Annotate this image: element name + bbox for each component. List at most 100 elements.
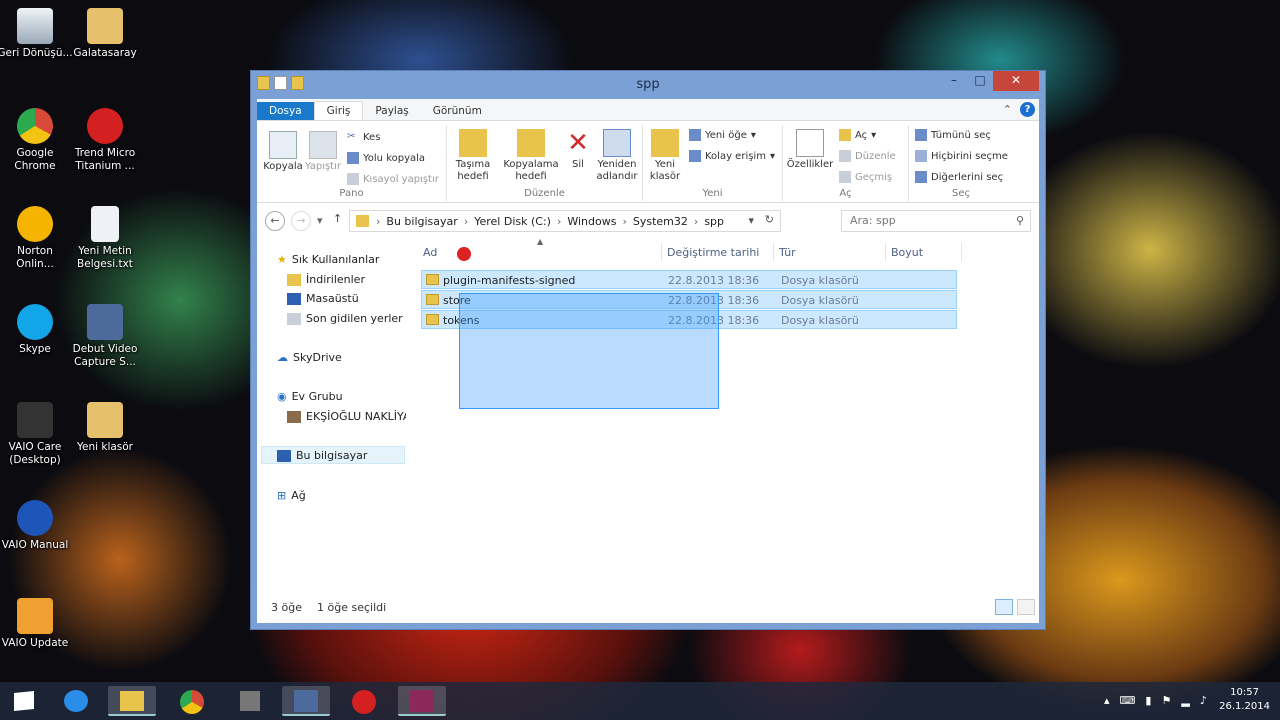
ribbon-tabs: Dosya Giriş Paylaş Görünüm ⌃? <box>257 99 1039 121</box>
tab-view[interactable]: Görünüm <box>421 102 494 120</box>
title-bar[interactable]: spp – □ ✕ <box>251 71 1045 99</box>
tab-file[interactable]: Dosya <box>257 102 314 120</box>
breadcrumb-spp[interactable]: spp <box>704 215 724 228</box>
maximize-button[interactable]: □ <box>967 71 993 91</box>
back-button[interactable]: ← <box>265 211 285 231</box>
history-button[interactable]: Geçmiş <box>839 171 892 183</box>
desktop-icon-vaio-manual[interactable]: VAIO Manual <box>0 500 73 552</box>
recent-locations-icon[interactable]: ▾ <box>317 214 323 227</box>
winrar-icon[interactable] <box>398 686 446 716</box>
rename-button[interactable]: Yeniden adlandır <box>595 129 639 183</box>
new-item-icon <box>689 129 701 141</box>
desktop-icon-text-file[interactable]: Yeni Metin Belgesi.txt <box>67 206 143 271</box>
nav-network[interactable]: ⊞ Ağ <box>277 489 306 502</box>
nav-this-pc[interactable]: Bu bilgisayar <box>277 449 367 462</box>
desktop-icon-chrome[interactable]: Google Chrome <box>0 108 73 173</box>
downloads-icon <box>287 273 301 286</box>
copy-button[interactable]: Kopyala <box>263 131 303 173</box>
desktop-icon-galatasaray[interactable]: Galatasaray <box>67 8 143 60</box>
tab-home[interactable]: Giriş <box>313 101 364 120</box>
clock[interactable]: 10:57 26.1.2014 <box>1219 686 1270 714</box>
help-button[interactable]: ? <box>1020 102 1035 117</box>
column-header-type[interactable]: Tür <box>779 246 796 259</box>
new-folder-button[interactable]: Yeni klasör <box>647 129 683 183</box>
breadcrumb-local-disk[interactable]: Yerel Disk (C:) <box>474 215 551 228</box>
nav-desktop[interactable]: Masaüstü <box>287 292 359 305</box>
details-view-icon[interactable] <box>995 599 1013 615</box>
column-header-name[interactable]: Ad <box>423 246 437 259</box>
film-icon <box>87 304 123 340</box>
paste-shortcut-button[interactable]: Kısayol yapıştır <box>347 173 439 185</box>
breadcrumb-system32[interactable]: System32 <box>633 215 688 228</box>
copy-path-button[interactable]: Yolu kopyala <box>347 152 425 164</box>
nav-homegroup-user[interactable]: EKŞİOĞLU NAKLİYAT <box>287 410 406 423</box>
properties-button[interactable]: Özellikler <box>785 129 835 171</box>
move-to-button[interactable]: Taşıma hedefi <box>451 129 495 183</box>
large-icons-view-icon[interactable] <box>1017 599 1035 615</box>
desktop-icon-new-folder[interactable]: Yeni klasör <box>67 402 143 454</box>
nav-recent[interactable]: Son gidilen yerler <box>287 312 403 325</box>
chevron-up-icon[interactable]: ⌃ <box>1003 103 1012 116</box>
chrome-icon[interactable] <box>168 686 216 716</box>
select-none-button[interactable]: Hiçbirini seçme <box>915 150 1008 162</box>
edit-button[interactable]: Düzenle <box>839 150 896 162</box>
column-header-size[interactable]: Boyut <box>891 246 923 259</box>
show-hidden-icons-icon[interactable]: ▴ <box>1104 694 1110 707</box>
film-icon[interactable] <box>282 686 330 716</box>
nav-skydrive[interactable]: ☁ SkyDrive <box>277 351 342 364</box>
search-input[interactable]: Ara: spp ⚲ <box>841 210 1031 232</box>
internet-explorer-icon[interactable] <box>52 686 100 716</box>
folder-icon <box>87 8 123 44</box>
close-button[interactable]: ✕ <box>993 71 1039 91</box>
paste-button[interactable]: Yapıştır <box>303 131 343 173</box>
status-bar: 3 öğe 1 öğe seçildi <box>257 593 1039 623</box>
breadcrumb-this-pc[interactable]: Bu bilgisayar <box>386 215 457 228</box>
delete-button[interactable]: ✕ Sil <box>563 129 593 171</box>
desktop-icon-vaio-care[interactable]: VAIO Care (Desktop) <box>0 402 73 467</box>
trend-micro-icon[interactable] <box>340 686 388 716</box>
invert-selection-button[interactable]: Diğerlerini seç <box>915 171 1003 183</box>
easy-access-button[interactable]: Kolay erişim ▾ <box>689 150 775 162</box>
keyboard-icon[interactable]: ⌨ <box>1120 694 1136 707</box>
minimize-button[interactable]: – <box>941 71 967 91</box>
file-explorer-icon[interactable] <box>108 686 156 716</box>
nav-favorites[interactable]: ★ Sık Kullanılanlar <box>277 253 379 266</box>
desktop-icon-debut[interactable]: Debut Video Capture S... <box>67 304 143 369</box>
address-bar[interactable]: › Bu bilgisayar › Yerel Disk (C:) › Windows… <box>349 210 781 232</box>
breadcrumb-windows[interactable]: Windows <box>567 215 616 228</box>
explorer-window[interactable]: spp – □ ✕ Dosya Giriş Paylaş Görünüm ⌃? … <box>250 70 1046 630</box>
chevron-down-icon[interactable]: ▾ <box>748 214 754 227</box>
new-item-button[interactable]: Yeni öğe ▾ <box>689 129 756 141</box>
chevron-down-icon: ▾ <box>769 150 775 162</box>
action-center-flag-icon[interactable]: ⚑ <box>1161 694 1171 707</box>
battery-icon[interactable]: ▮ <box>1145 694 1151 707</box>
group-organize: Taşıma hedefi Kopyalama hedefi ✕ Sil Yeni… <box>447 125 643 201</box>
desktop-icon-norton[interactable]: Norton Onlin... <box>0 206 73 271</box>
tab-share[interactable]: Paylaş <box>363 102 420 120</box>
select-all-button[interactable]: Tümünü seç <box>915 129 991 141</box>
nav-downloads[interactable]: İndirilenler <box>287 273 365 286</box>
nav-homegroup[interactable]: ◉ Ev Grubu <box>277 390 343 403</box>
desktop-icon-skype[interactable]: Skype <box>0 304 73 356</box>
volume-icon[interactable]: ♪ <box>1200 694 1207 707</box>
desktop-icon-vaio-update[interactable]: VAIO Update <box>0 598 73 650</box>
windows-start-icon[interactable] <box>0 686 48 716</box>
tools-icon[interactable] <box>226 686 274 716</box>
copy-to-button[interactable]: Kopyalama hedefi <box>501 129 561 183</box>
forward-button[interactable]: → <box>291 211 311 231</box>
cut-button[interactable]: ✂ Kes <box>347 131 380 143</box>
norton-icon <box>17 206 53 242</box>
copy-path-icon <box>347 152 359 164</box>
rename-icon <box>603 129 631 157</box>
desktop-icon-recycle-bin[interactable]: Geri Dönüşü... <box>0 8 73 60</box>
up-arrow-icon[interactable]: ↑ <box>333 212 342 225</box>
file-list[interactable]: Ad ▲ Değiştirme tarihi Tür Boyut plugin-… <box>413 237 1039 593</box>
open-button[interactable]: Aç ▾ <box>839 129 876 141</box>
refresh-icon[interactable]: ↻ <box>765 213 774 226</box>
column-header-modified[interactable]: Değiştirme tarihi <box>667 246 759 259</box>
file-row[interactable]: plugin-manifests-signed 22.8.2013 18:36 Do… <box>421 270 957 289</box>
desktop-icon-trend-micro[interactable]: Trend Micro Titanium ... <box>67 108 143 173</box>
group-open: Özellikler Aç ▾ Düzenle Geçmiş Aç <box>783 125 909 201</box>
navigation-pane: ★ Sık Kullanılanlar İndirilenler Masaüstü… <box>257 239 407 593</box>
network-signal-icon[interactable]: ▂ <box>1181 694 1189 707</box>
